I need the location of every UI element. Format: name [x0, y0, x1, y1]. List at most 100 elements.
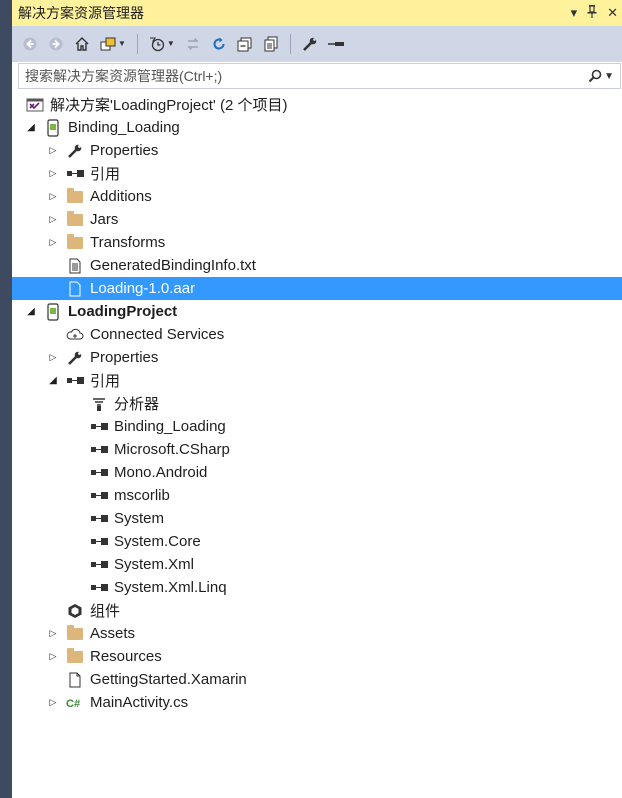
- back-arrow-icon: [23, 37, 37, 50]
- tree-item-label: Transforms: [90, 234, 166, 251]
- forward-button[interactable]: [44, 32, 68, 56]
- android-project-icon: [44, 118, 62, 137]
- home-button[interactable]: [70, 32, 94, 56]
- collapsed-arrow-icon[interactable]: ▷: [46, 214, 60, 225]
- collapsed-arrow-icon[interactable]: ▷: [46, 352, 60, 363]
- solution-tree: 解决方案'LoadingProject' (2 个项目) ◢ Binding_L…: [12, 93, 622, 714]
- refresh-icon: [213, 37, 225, 50]
- panel-title-bar: 解决方案资源管理器 ▾ ✕: [12, 0, 622, 26]
- tree-item-project-binding-loading[interactable]: ◢ Binding_Loading: [12, 116, 622, 139]
- file-icon: [66, 280, 84, 298]
- tree-item-file-getting-started[interactable]: GettingStarted.Xamarin: [12, 668, 622, 691]
- collapsed-arrow-icon[interactable]: ▷: [46, 651, 60, 662]
- tree-item-file-main-activity[interactable]: ▷ C# MainActivity.cs: [12, 691, 622, 714]
- left-dock-strip: [0, 0, 12, 798]
- tree-item-project-loadingproject[interactable]: ◢ LoadingProject: [12, 300, 622, 323]
- expanded-arrow-icon[interactable]: ◢: [24, 306, 38, 317]
- tree-item-references[interactable]: ◢ 引用: [12, 369, 622, 392]
- tree-item-folder-jars[interactable]: ▷ Jars: [12, 208, 622, 231]
- tree-item-reference[interactable]: mscorlib: [12, 484, 622, 507]
- tree-item-folder-additions[interactable]: ▷ Additions: [12, 185, 622, 208]
- wrench-icon: [66, 349, 84, 367]
- wrench-icon: [66, 142, 84, 160]
- tree-item-label: Properties: [90, 349, 159, 366]
- reference-icon: [90, 533, 108, 551]
- tree-item-file-aar-selected[interactable]: Loading-1.0.aar: [12, 277, 622, 300]
- tree-item-connected-services[interactable]: Connected Services: [12, 323, 622, 346]
- collapsed-arrow-icon[interactable]: ▷: [46, 168, 60, 179]
- pending-changes-filter-button[interactable]: [145, 32, 169, 56]
- tree-item-label: Resources: [90, 648, 162, 665]
- forward-arrow-icon: [49, 37, 63, 50]
- tree-item-label: LoadingProject: [68, 303, 178, 320]
- tree-item-reference[interactable]: System: [12, 507, 622, 530]
- folder-icon: [66, 187, 84, 206]
- collapsed-arrow-icon[interactable]: ▷: [46, 145, 60, 156]
- android-project-icon: [44, 302, 62, 321]
- close-icon[interactable]: ✕: [607, 5, 618, 21]
- title-controls: ▾ ✕: [571, 5, 618, 21]
- preview-button[interactable]: [324, 32, 348, 56]
- tree-item-reference[interactable]: Microsoft.CSharp: [12, 438, 622, 461]
- toolbar: ▼ ▼: [12, 26, 622, 62]
- collapsed-arrow-icon[interactable]: ▷: [46, 237, 60, 248]
- tree-item-label: System.Xml.Linq: [114, 579, 227, 596]
- dash-preview-icon: [327, 41, 344, 46]
- search-box[interactable]: 搜索解决方案资源管理器(Ctrl+;) ▼: [18, 63, 621, 89]
- pin-icon[interactable]: [587, 5, 597, 21]
- wrench-icon: [302, 37, 317, 51]
- filter-dropdown-icon[interactable]: ▼: [167, 39, 175, 48]
- search-options[interactable]: ▼: [588, 69, 614, 83]
- reference-icon: [90, 464, 108, 482]
- tree-item-folder-transforms[interactable]: ▷ Transforms: [12, 231, 622, 254]
- properties-button[interactable]: [298, 32, 322, 56]
- tree-item-folder-resources[interactable]: ▷ Resources: [12, 645, 622, 668]
- refresh-button[interactable]: [207, 32, 231, 56]
- tree-item-solution[interactable]: 解决方案'LoadingProject' (2 个项目): [12, 93, 622, 116]
- toolbar-separator: [136, 33, 138, 54]
- window-position-dropdown-icon[interactable]: ▾: [571, 5, 578, 21]
- tree-item-properties[interactable]: ▷ Properties: [12, 139, 622, 162]
- show-all-files-button[interactable]: [259, 32, 283, 56]
- back-button[interactable]: [18, 32, 42, 56]
- tree-item-label: Binding_Loading: [114, 418, 226, 435]
- switch-views-button[interactable]: [96, 32, 120, 56]
- tree-item-reference[interactable]: Mono.Android: [12, 461, 622, 484]
- tree-item-reference[interactable]: System.Core: [12, 530, 622, 553]
- tree-item-label: Properties: [90, 142, 159, 159]
- collapse-all-button[interactable]: [233, 32, 257, 56]
- reference-icon: [90, 579, 108, 597]
- tree-item-label: System: [114, 510, 165, 527]
- folder-icon: [66, 233, 84, 252]
- collapsed-arrow-icon[interactable]: ▷: [46, 628, 60, 639]
- tree-item-label: Microsoft.CSharp: [114, 441, 230, 458]
- tree-item-reference[interactable]: Binding_Loading: [12, 415, 622, 438]
- solution-explorer-panel: 解决方案资源管理器 ▾ ✕ ▼ ▼ 搜索解决方案资源管理器(Ctrl+;) ▼ …: [12, 0, 622, 798]
- reference-icon: [90, 510, 108, 528]
- tree-item-label: 解决方案'LoadingProject' (2 个项目): [50, 97, 288, 114]
- csharp-file-icon: C#: [66, 694, 84, 712]
- tree-item-file-generated-info[interactable]: GeneratedBindingInfo.txt: [12, 254, 622, 277]
- tree-item-components[interactable]: 组件: [12, 599, 622, 622]
- tree-item-label: Mono.Android: [114, 464, 208, 481]
- tree-item-references[interactable]: ▷ 引用: [12, 162, 622, 185]
- visual-studio-solution-icon: [26, 96, 44, 114]
- reference-icon: [90, 418, 108, 436]
- switch-views-dropdown-icon[interactable]: ▼: [118, 39, 126, 48]
- tree-item-reference[interactable]: System.Xml: [12, 553, 622, 576]
- expanded-arrow-icon[interactable]: ◢: [24, 122, 38, 133]
- sync-with-document-button[interactable]: [181, 32, 205, 56]
- collapsed-arrow-icon[interactable]: ▷: [46, 697, 60, 708]
- expanded-arrow-icon[interactable]: ◢: [46, 375, 60, 386]
- clock-filter-icon: [149, 36, 165, 51]
- folder-icon: [66, 210, 84, 229]
- search-dropdown-icon[interactable]: ▼: [604, 71, 614, 82]
- tree-item-label: 引用: [90, 373, 121, 390]
- reference-icon: [90, 556, 108, 574]
- search-input[interactable]: 搜索解决方案资源管理器(Ctrl+;): [25, 66, 222, 86]
- tree-item-properties[interactable]: ▷ Properties: [12, 346, 622, 369]
- tree-item-reference[interactable]: System.Xml.Linq: [12, 576, 622, 599]
- tree-item-folder-assets[interactable]: ▷ Assets: [12, 622, 622, 645]
- collapsed-arrow-icon[interactable]: ▷: [46, 191, 60, 202]
- tree-item-reference-analyzers[interactable]: 分析器: [12, 392, 622, 415]
